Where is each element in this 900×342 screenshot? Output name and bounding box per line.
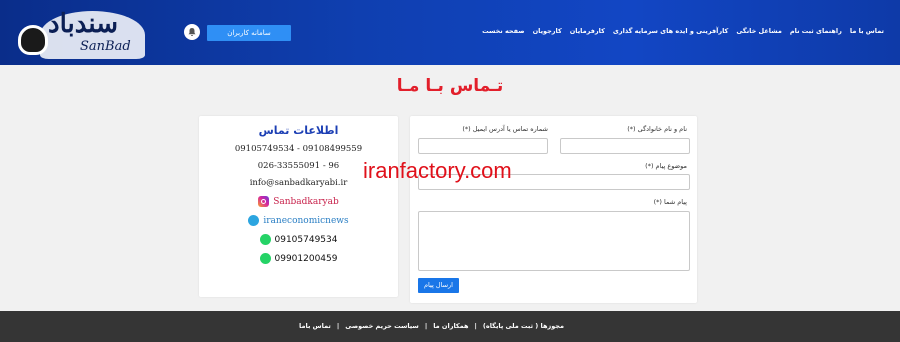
whatsapp-number-1: 09105749534: [274, 234, 338, 245]
nav-item-job-seekers[interactable]: کارجویان: [533, 27, 562, 35]
subject-label: موضوع پیام (*): [645, 162, 687, 170]
users-portal-button[interactable]: سامانه کاربران: [207, 25, 291, 41]
nav-item-home[interactable]: صفحه نخست: [482, 27, 524, 35]
logo-text: سندباد: [48, 9, 119, 39]
name-label: نام و نام خانوادگی (*): [627, 125, 687, 133]
footer-separator: |: [336, 322, 340, 330]
logo-subtext: SanBad: [80, 39, 131, 54]
contact-form-card: نام و نام خانوادگی (*) شماره تماس یا آدر…: [410, 116, 697, 303]
instagram-handle: Sanbadkaryab: [273, 196, 339, 207]
footer-link-privacy[interactable]: سیاست حریم خصوصی: [345, 322, 419, 330]
footer-separator: |: [424, 322, 428, 330]
whatsapp-icon: [259, 234, 271, 245]
phone-email-label: شماره تماس یا آدرس ایمیل (*): [462, 125, 548, 133]
logo-figure-icon: [18, 25, 48, 55]
nav-item-contact[interactable]: تماس با ما: [850, 27, 884, 35]
nav-item-registration-guide[interactable]: راهنمای ثبت نام: [790, 27, 842, 35]
notification-bell-icon[interactable]: [184, 24, 200, 40]
whatsapp-number-2: 09901200459: [274, 253, 338, 264]
page-title: تـماس بـا مـا: [396, 76, 504, 96]
site-footer: تماس باما | سیاست حریم خصوصی | همکاران م…: [0, 311, 900, 342]
footer-link-licenses[interactable]: مجوزها ( ثبت ملی پایگاه): [483, 322, 564, 330]
whatsapp-link-1[interactable]: 09105749534: [199, 234, 398, 245]
telegram-handle: iraneconomicnews: [263, 215, 349, 226]
telegram-icon: [248, 215, 260, 226]
instagram-icon: [258, 196, 270, 207]
whatsapp-icon: [259, 253, 271, 264]
footer-separator: |: [474, 322, 477, 330]
nav-item-home-jobs[interactable]: مشاغل خانگی: [736, 27, 782, 35]
site-header: سندباد SanBad سامانه کاربران صفحه نخست ک…: [0, 0, 900, 65]
footer-links: تماس باما | سیاست حریم خصوصی | همکاران م…: [299, 322, 564, 330]
footer-link-partners[interactable]: همکاران ما: [433, 322, 468, 330]
watermark-text: iranfactory.com: [363, 158, 512, 183]
contact-info-card: اطلاعات تماس 09105749534 - 09108499559 0…: [199, 116, 398, 297]
message-textarea[interactable]: [418, 211, 690, 271]
message-label: پیام شما (*): [653, 198, 687, 206]
send-message-button[interactable]: ارسال پیام: [418, 278, 459, 293]
instagram-link[interactable]: Sanbadkaryab: [199, 196, 398, 207]
phone-email-input[interactable]: [418, 138, 548, 154]
name-input[interactable]: [560, 138, 690, 154]
nav-item-employers[interactable]: کارفرمایان: [570, 27, 605, 35]
footer-link-contact[interactable]: تماس باما: [299, 322, 331, 330]
nav-item-entrepreneurship[interactable]: کارآفرینی و ایده های سرمایه گذاری: [613, 27, 728, 35]
telegram-link[interactable]: iraneconomicnews: [199, 215, 398, 226]
whatsapp-link-2[interactable]: 09901200459: [199, 253, 398, 264]
mobile-phones: 09105749534 - 09108499559: [234, 144, 363, 154]
contact-info-title: اطلاعات تماس: [258, 124, 339, 137]
site-logo[interactable]: سندباد SanBad: [10, 5, 145, 61]
main-nav: صفحه نخست کارجویان کارفرمایان کارآفرینی …: [482, 27, 884, 35]
